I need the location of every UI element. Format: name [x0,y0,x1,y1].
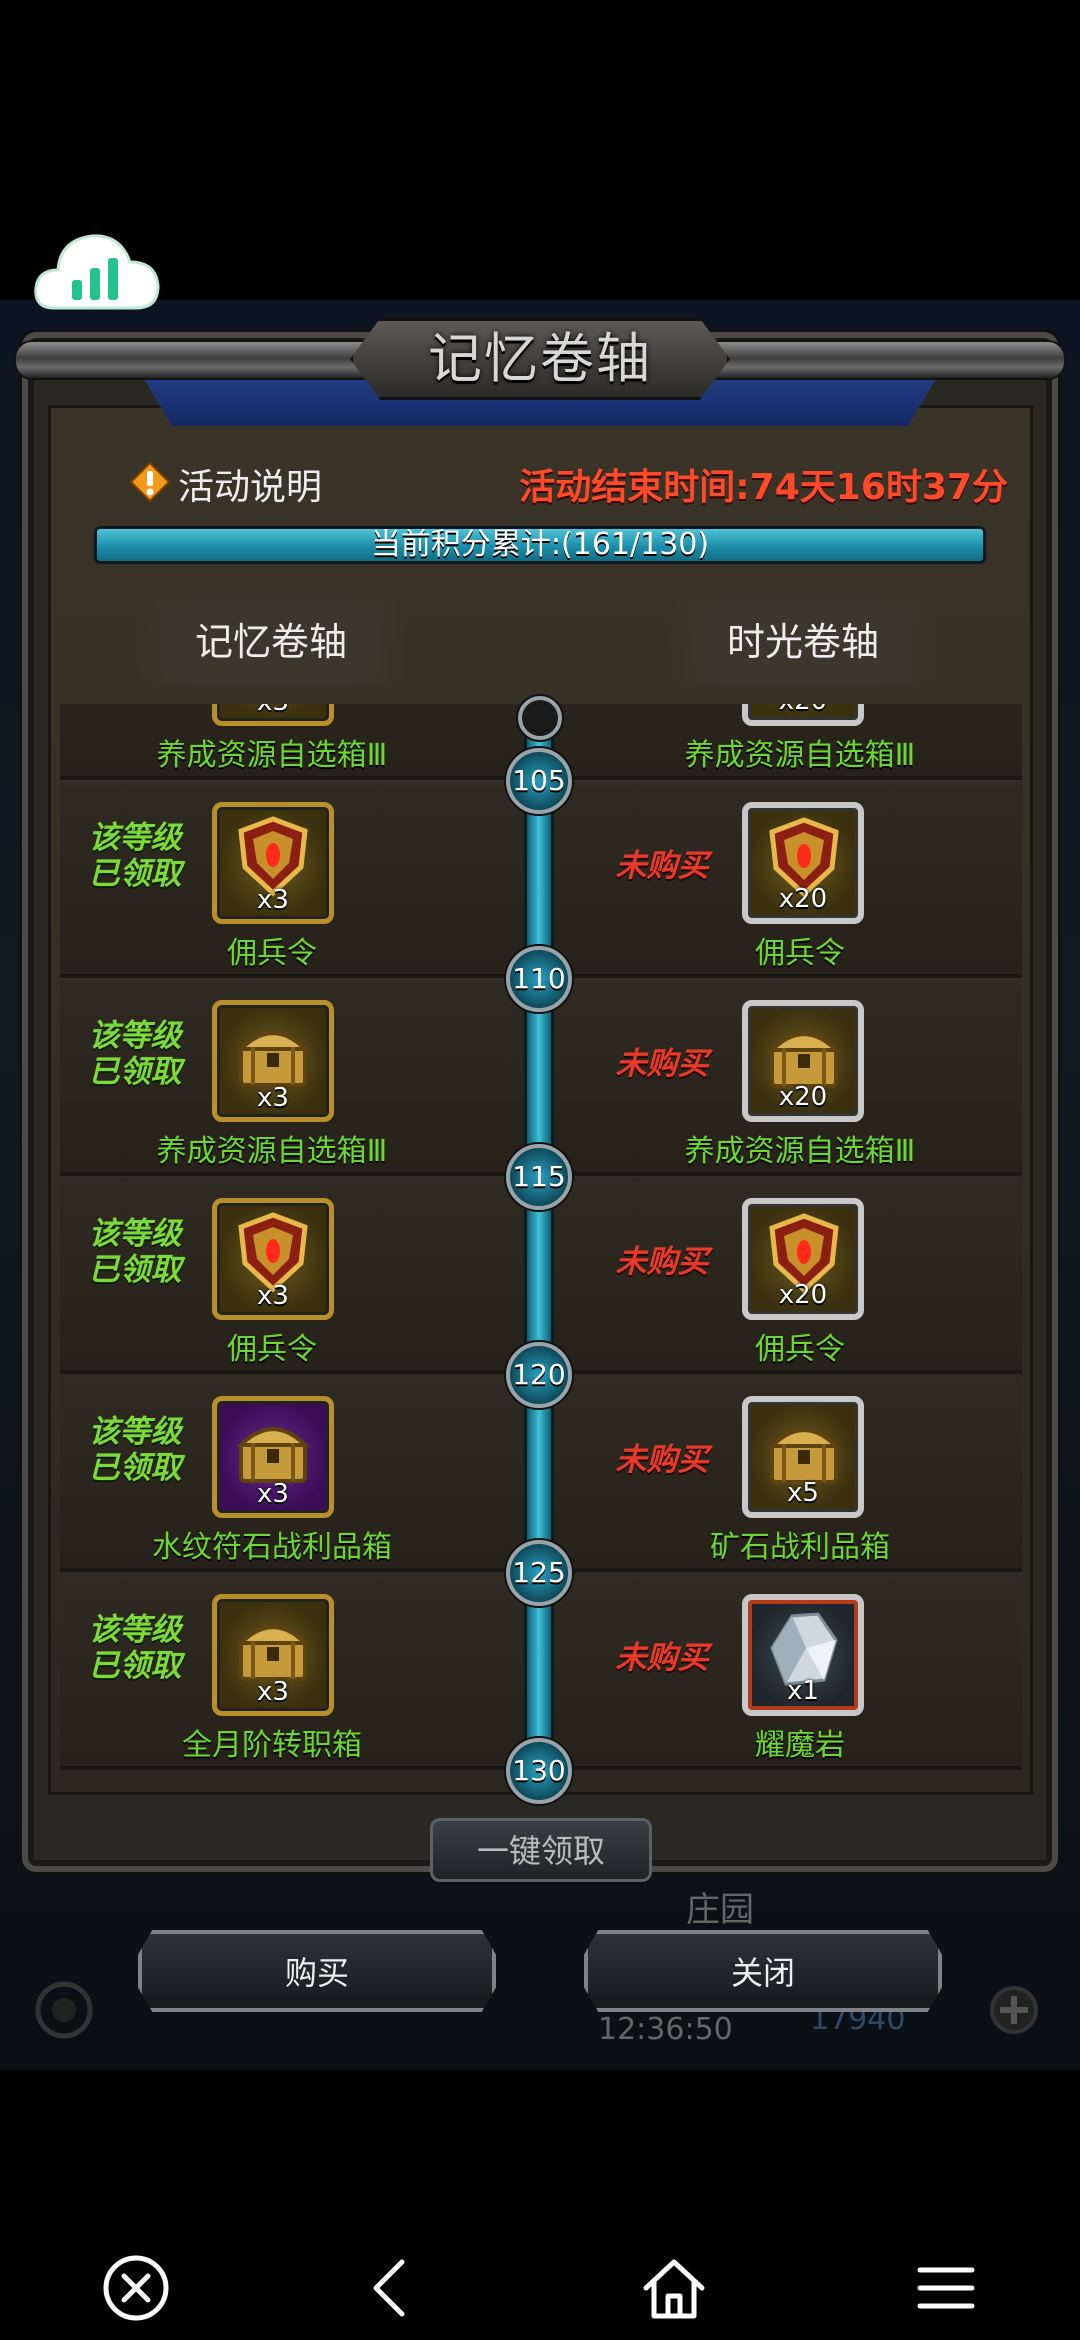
item-name: 养成资源自选箱Ⅲ [156,1134,388,1169]
column-header-right: 时光卷轴 [668,600,938,684]
reward-item-free[interactable]: x3 [212,1396,334,1518]
level-node: 120 [506,1342,572,1408]
item-name: 水纹符石战利品箱 [152,1530,392,1565]
item-name: 矿石战利品箱 [710,1530,890,1565]
reward-item-free[interactable]: x3 [212,704,334,726]
level-node: 105 [506,748,572,814]
claimed-status: 该等级 已领取 [88,820,182,892]
reward-item-free[interactable]: x3 [212,1198,334,1320]
background-location: 庄园 [686,1890,754,1930]
warning-icon[interactable] [130,462,170,502]
unpurchased-status: 未购买 [615,1442,709,1478]
unpurchased-status: 未购买 [615,1640,709,1676]
level-node: 115 [506,1144,572,1210]
item-name: 佣兵令 [755,936,845,971]
level-node: 125 [506,1540,572,1606]
item-name: 全月阶转职箱 [182,1728,362,1763]
item-name: 耀魔岩 [755,1728,845,1763]
menu-icon[interactable] [910,2252,982,2324]
item-name: 养成资源自选箱Ⅲ [156,738,388,773]
activity-info-link[interactable]: 活动说明 [178,458,322,510]
item-name: 佣兵令 [227,936,317,971]
reward-item-premium[interactable]: x20 [742,1000,864,1122]
claimed-status: 该等级 已领取 [88,1216,182,1288]
home-icon[interactable] [638,2252,710,2324]
item-quantity: x3 [257,1281,289,1311]
item-quantity: x20 [778,1082,828,1112]
item-quantity: x20 [778,884,828,914]
back-icon[interactable] [356,2252,428,2324]
item-quantity: x3 [217,704,329,717]
progress-label: 当前积分累计:(161/130) [370,527,710,562]
item-quantity: x20 [778,1280,828,1310]
reward-item-free[interactable]: x3 [212,802,334,924]
event-end-time: 活动结束时间:74天16时37分 [519,467,1008,508]
reward-item-free[interactable]: x3 [212,1594,334,1716]
item-quantity: x3 [257,885,289,915]
item-quantity: x20 [748,704,858,716]
reward-item-free[interactable]: x3 [212,1000,334,1122]
panel-title: 记忆卷轴 [428,327,652,390]
reward-item-premium[interactable]: x5 [742,1396,864,1518]
reward-item-premium[interactable]: x20 [742,704,864,726]
reward-item-premium[interactable]: x20 [742,1198,864,1320]
unpurchased-status: 未购买 [615,1244,709,1280]
item-name: 养成资源自选箱Ⅲ [684,738,916,773]
level-track [524,712,554,1778]
column-header-left: 记忆卷轴 [136,600,406,684]
claimed-status: 该等级 已领取 [88,1018,182,1090]
item-name: 佣兵令 [227,1332,317,1367]
item-quantity: x3 [257,1083,289,1113]
item-name: 养成资源自选箱Ⅲ [684,1134,916,1169]
unpurchased-status: 未购买 [615,848,709,884]
points-progress-bar: 当前积分累计:(161/130) [94,526,986,564]
item-quantity: x3 [257,1677,289,1707]
level-node: 130 [506,1738,572,1804]
item-quantity: x1 [787,1676,819,1706]
item-name: 佣兵令 [755,1332,845,1367]
claimed-status: 该等级 已领取 [88,1414,182,1486]
item-quantity: x3 [257,1479,289,1509]
reward-item-premium[interactable]: x20 [742,802,864,924]
claim-all-button[interactable]: 一键领取 [430,1818,652,1882]
close-app-icon[interactable] [100,2252,172,2324]
reward-item-premium[interactable]: x1 [742,1594,864,1716]
level-node: 110 [506,946,572,1012]
track-cap [518,696,562,740]
item-quantity: x5 [787,1478,819,1508]
unpurchased-status: 未购买 [615,1046,709,1082]
cloud-signal-icon[interactable] [32,222,162,314]
close-button[interactable]: 关闭 [584,1930,942,2012]
buy-button[interactable]: 购买 [138,1930,496,2012]
claimed-status: 该等级 已领取 [88,1612,182,1684]
